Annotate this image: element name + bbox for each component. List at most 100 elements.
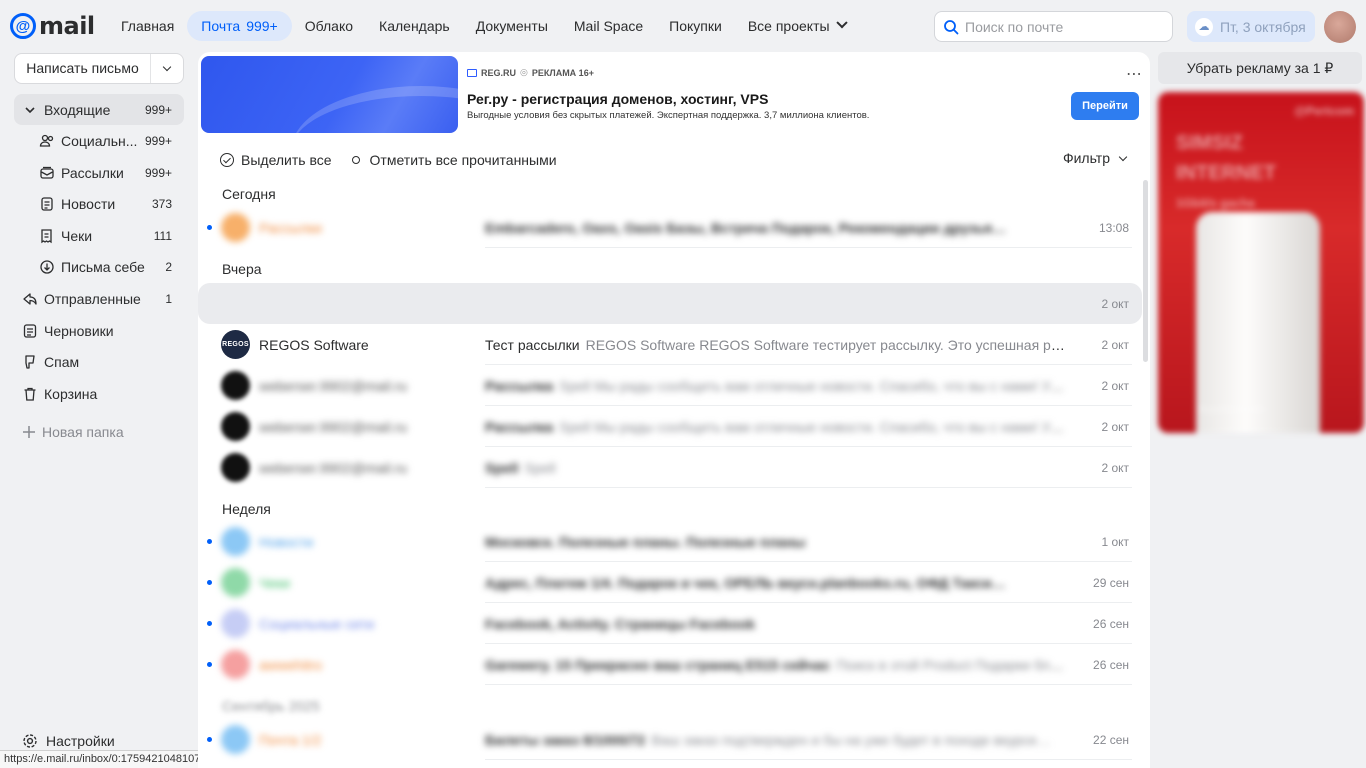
nav-item[interactable]: Mail Space [561, 11, 656, 41]
folder-item[interactable]: Социальн... 999+ [14, 126, 184, 157]
nav-item[interactable]: Облако [292, 11, 366, 41]
mail-logo[interactable]: @ mail [10, 12, 95, 40]
scrollbar[interactable] [1143, 180, 1148, 362]
banner-footer: Buyurtma berish [1198, 404, 1264, 414]
email-subject: Адрес, Платеж 1/4. Подарок и чек, ОРЕЛЬ … [485, 575, 1065, 591]
email-subject: Тест рассылки REGOS Software REGOS Softwa… [485, 337, 1065, 353]
weather-icon: ☁ [1195, 17, 1213, 36]
email-subject: Рассылка Spell Мы рады сообщить вам отлич… [485, 378, 1065, 394]
new-folder-button[interactable]: Новая папка [22, 424, 124, 440]
folder-item[interactable]: Письма себе 2 [14, 252, 184, 283]
search-box[interactable] [934, 11, 1173, 42]
sender-avatar [221, 213, 250, 242]
email-row[interactable]: Социальные сети Facebook, Activity. Стран… [198, 603, 1142, 644]
email-snippet: Поиск в этой Product Подарки бла… [836, 657, 1065, 673]
ad-image[interactable] [201, 56, 458, 133]
folder-item[interactable]: Отправленные 1 [14, 284, 184, 315]
search-input[interactable] [965, 18, 1155, 35]
email-subject: Embarcadero, Oaxs, Oasis Базы, Встреча П… [485, 220, 1065, 236]
banner-headline: SIMSIZ INTERNET 1Gbit/s gacha [1176, 128, 1276, 218]
unread-dot[interactable] [207, 225, 212, 230]
email-row[interactable]: Рассылки Embarcadero, Oaxs, Oasis Базы, В… [198, 207, 1142, 248]
compose-more-button[interactable] [151, 54, 183, 83]
unread-dot[interactable] [207, 580, 212, 585]
section-today: Сегодня [222, 186, 276, 202]
folder-item[interactable]: Корзина [14, 378, 184, 409]
email-time: 26 сен [1093, 658, 1129, 672]
folder-count: 999+ [144, 134, 172, 149]
email-time: 13:08 [1098, 221, 1129, 235]
email-row[interactable]: Чеки Адрес, Платеж 1/4. Подарок и чек, ОР… [198, 562, 1142, 603]
logo-at-icon: @ [10, 13, 36, 39]
compose-button[interactable]: Написать письмо [15, 54, 151, 83]
unread-dot[interactable] [207, 539, 212, 544]
folder-count: 373 [151, 197, 172, 212]
sender-avatar [221, 725, 250, 754]
folder-count: 2 [165, 260, 172, 275]
nav-item[interactable]: Почта 999+ [187, 11, 292, 41]
more-icon[interactable]: ⋯ [1126, 64, 1143, 84]
receipt-icon [39, 228, 55, 244]
folder-label: Входящие [44, 101, 111, 118]
sender-avatar [221, 650, 250, 679]
sender-name: awwehitro [259, 657, 323, 673]
nav-item[interactable]: Покупки [656, 11, 735, 41]
sender-logo: REGOS [221, 330, 250, 359]
hide-ads-button[interactable]: Убрать рекламу за 1 ₽ [1158, 52, 1362, 84]
user-avatar[interactable] [1324, 11, 1356, 43]
subject-text: Spell [485, 460, 519, 476]
sender-avatar [221, 453, 250, 482]
email-row[interactable]: 2 окт [198, 283, 1142, 324]
ad-cta-button[interactable]: Перейти [1071, 92, 1139, 120]
banner-brand: @Pertcom [1294, 104, 1354, 118]
email-row[interactable]: Почта 1/2 Билеты заказ 8/1000/72 Ваш заказ… [198, 719, 1142, 760]
email-row[interactable]: awwehitro Garewery. 15 Прекрасно ваш стра… [198, 644, 1142, 685]
email-row[interactable]: weberser.9902@mail.ru Рассылка Spell Мы ра… [198, 406, 1142, 447]
folder-item[interactable]: Черновики [14, 315, 184, 346]
section-week: Неделя [222, 501, 271, 517]
folder-item[interactable]: Входящие 999+ [14, 94, 184, 125]
email-snippet: Ваш заказ подтвержден и бы на уже будет … [651, 732, 1051, 748]
unread-dot[interactable] [207, 737, 212, 742]
nav-label: Почта [201, 18, 241, 34]
select-all-button[interactable]: Выделить все [220, 152, 332, 168]
unread-dot[interactable] [207, 662, 212, 667]
mark-all-read-button[interactable]: Отметить все прочитанными [351, 152, 557, 168]
folder-icon [467, 68, 477, 77]
nav-item[interactable]: Документы [463, 11, 561, 41]
ad-source: REG.RU ◎ РЕКЛАМА 16+ [467, 67, 594, 78]
nav-label: Все проекты [747, 18, 830, 34]
nav-item[interactable]: Главная [108, 11, 187, 41]
ad-title[interactable]: Рег.ру - регистрация доменов, хостинг, V… [467, 91, 768, 107]
settings-button[interactable]: Настройки [22, 733, 115, 749]
folder-count: 999+ [144, 165, 172, 180]
folder-item[interactable]: Новости 373 [14, 189, 184, 220]
gear-icon [23, 734, 37, 748]
filter-button[interactable]: Фильтр [1063, 150, 1128, 166]
subject-text: Билеты заказ 8/1000/72 [485, 732, 646, 748]
list-toolbar: Выделить все Отметить все прочитанными Ф… [220, 150, 1140, 170]
folder-count: 999+ [144, 102, 172, 117]
email-row[interactable]: REGOS REGOS Software Тест рассылки REGOS So… [198, 324, 1142, 365]
email-row[interactable]: weberser.9902@mail.ru Рассылка Spell Мы ра… [198, 365, 1142, 406]
folder-item[interactable]: Рассылки 999+ [14, 157, 184, 188]
ad-banner[interactable]: REG.RU ◎ РЕКЛАМА 16+ Рег.ру - регистраци… [201, 56, 1143, 134]
folder-item[interactable]: Чеки 111 [14, 220, 184, 251]
subject-text: Garewery. 15 Прекрасно ваш страниц Е515 … [485, 657, 831, 673]
side-ad-banner[interactable]: SIMSIZ INTERNET 1Gbit/s gacha @Pertcom B… [1158, 92, 1364, 433]
email-subject: Рассылка Spell Мы рады сообщить вам отлич… [485, 419, 1065, 435]
email-row[interactable]: Новости Mосковск. Полезные планы. Полезны… [198, 521, 1142, 562]
date-widget[interactable]: ☁ Пт, 3 октября [1187, 11, 1315, 42]
check-circle-icon [220, 153, 234, 167]
nav-item[interactable]: Календарь [366, 11, 463, 41]
settings-label: Настройки [46, 733, 115, 749]
unread-dot[interactable] [207, 621, 212, 626]
subject-text: Mосковск. Полезные планы. Полезные планы [485, 534, 806, 550]
subject-text: Рассылка [485, 419, 554, 435]
nav-item[interactable]: Все проекты [735, 11, 859, 41]
folder-item[interactable]: Спам [14, 347, 184, 378]
email-row[interactable]: weberser.9902@mail.ru Spell Spell 2 окт [198, 447, 1142, 488]
email-time: 2 окт [1101, 461, 1129, 475]
folder-label: Рассылки [61, 164, 124, 181]
logo-text: mail [39, 12, 95, 40]
